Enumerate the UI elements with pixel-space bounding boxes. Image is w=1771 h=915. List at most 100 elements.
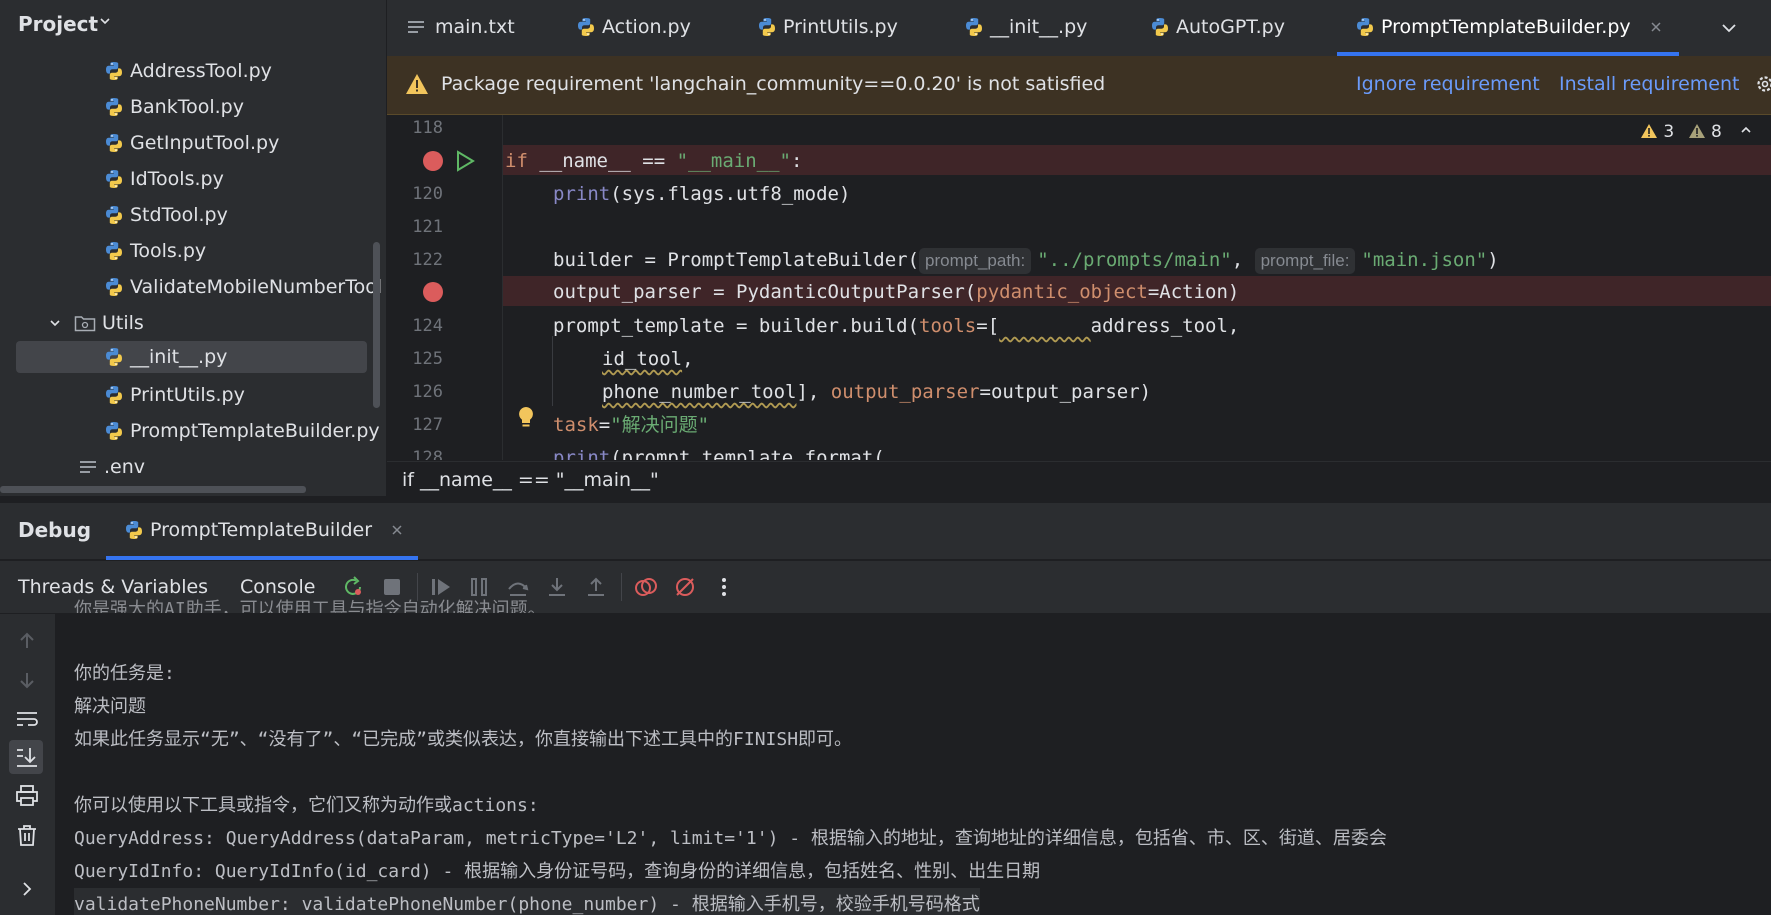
trash-icon[interactable] bbox=[14, 822, 40, 848]
tree-file-label: BankTool.py bbox=[130, 96, 244, 118]
tree-file[interactable]: AddressTool.py bbox=[104, 55, 272, 87]
weak-warnings-count: 8 bbox=[1711, 122, 1722, 142]
tree-file[interactable]: GetInputTool.py bbox=[104, 127, 279, 159]
tab-action-py[interactable]: Action.py bbox=[576, 0, 691, 54]
chevron-down-icon[interactable] bbox=[98, 14, 112, 32]
line-number: 125 bbox=[412, 349, 443, 369]
tree-file-label: IdTools.py bbox=[130, 168, 224, 190]
tab-label: PromptTemplateBuilder.py bbox=[1381, 16, 1631, 38]
code-line-128[interactable]: print(prompt_template.format( bbox=[553, 442, 885, 460]
weak-warning-icon bbox=[1688, 124, 1705, 138]
console-line: 解决问题 bbox=[74, 696, 146, 717]
code-line-120[interactable]: print(sys.flags.utf8_mode) bbox=[553, 178, 850, 211]
folder-icon bbox=[74, 316, 96, 332]
tree-file-label: PrintUtils.py bbox=[130, 384, 245, 406]
line-number: 126 bbox=[412, 382, 443, 402]
breadcrumb[interactable]: if __name__ == "__main__" bbox=[402, 469, 659, 491]
tree-file[interactable]: BankTool.py bbox=[104, 91, 244, 123]
arrow-down-icon[interactable] bbox=[14, 667, 40, 693]
chevron-up-icon[interactable] bbox=[1739, 123, 1753, 137]
tab-overflow-chevron-icon[interactable] bbox=[1719, 18, 1739, 42]
tree-horizontal-scrollbar[interactable] bbox=[0, 486, 306, 493]
inlay-hint-prompt-path: prompt_path: bbox=[919, 247, 1032, 274]
console-line-clipped: 你是强大的AI助手，可以使用工具与指令自动化解决问题。 bbox=[74, 599, 546, 613]
tree-file[interactable]: PromptTemplateBuilder.py bbox=[104, 415, 380, 447]
close-icon[interactable] bbox=[1649, 20, 1663, 34]
line-number: 127 bbox=[412, 415, 443, 435]
indent-guide bbox=[552, 336, 553, 406]
tab-main-txt[interactable]: main.txt bbox=[407, 0, 515, 54]
view-breakpoints-icon[interactable] bbox=[634, 575, 658, 599]
tree-file-label: GetInputTool.py bbox=[130, 132, 280, 154]
tab-label: main.txt bbox=[435, 16, 515, 38]
scroll-to-end-icon[interactable] bbox=[14, 744, 40, 770]
tab-autogpt-py[interactable]: AutoGPT.py bbox=[1150, 0, 1285, 54]
problems-widget[interactable]: 3 8 bbox=[1640, 122, 1753, 142]
python-file-icon bbox=[126, 521, 142, 539]
breakpoint-icon[interactable] bbox=[423, 151, 443, 171]
toolbar-divider bbox=[621, 573, 622, 601]
tree-folder-label: Utils bbox=[102, 312, 144, 334]
tab-prompttemplatebuilder-py[interactable]: PromptTemplateBuilder.py bbox=[1355, 0, 1663, 54]
tree-folder-utils[interactable]: Utils bbox=[48, 307, 144, 339]
soft-wrap-icon[interactable] bbox=[14, 706, 40, 732]
inlay-hint-prompt-file: prompt_file: bbox=[1254, 247, 1356, 274]
tree-file-label: PromptTemplateBuilder.py bbox=[130, 420, 380, 442]
step-into-icon[interactable] bbox=[545, 575, 569, 599]
tab-label: AutoGPT.py bbox=[1176, 16, 1285, 38]
line-number: 124 bbox=[412, 316, 443, 336]
line-number: 128 bbox=[412, 448, 443, 460]
arrow-up-icon[interactable] bbox=[14, 628, 40, 654]
python-file-icon bbox=[966, 18, 982, 36]
project-title[interactable]: Project bbox=[18, 12, 98, 36]
python-file-icon bbox=[1152, 18, 1168, 36]
console-line: QueryAddress: QueryAddress(dataParam, me… bbox=[74, 828, 1387, 849]
tab-printutils-py[interactable]: PrintUtils.py bbox=[757, 0, 898, 54]
tree-file-label: Tools.py bbox=[130, 240, 207, 262]
tree-file[interactable]: StdTool.py bbox=[104, 199, 228, 231]
warnings-count: 3 bbox=[1663, 122, 1675, 142]
line-number: 121 bbox=[412, 217, 443, 237]
code-line-127[interactable]: task="解决问题" bbox=[553, 409, 709, 442]
warning-icon bbox=[405, 73, 429, 99]
ignore-requirement-link[interactable]: Ignore requirement bbox=[1356, 73, 1540, 95]
install-requirement-link[interactable]: Install requirement bbox=[1559, 73, 1739, 95]
gear-icon[interactable] bbox=[1755, 74, 1771, 98]
tree-file[interactable]: PrintUtils.py bbox=[104, 379, 245, 411]
tab-init-py[interactable]: __init__.py bbox=[964, 0, 1087, 54]
warning-icon bbox=[1641, 124, 1657, 138]
lightbulb-icon[interactable] bbox=[516, 406, 536, 434]
debug-session-tab[interactable]: PromptTemplateBuilder bbox=[104, 502, 404, 558]
step-out-icon[interactable] bbox=[584, 575, 608, 599]
tab-label: __init__.py bbox=[990, 16, 1088, 38]
console-line: 你可以使用以下工具或指令，它们又称为动作或actions: bbox=[74, 795, 539, 816]
python-file-icon bbox=[759, 18, 775, 36]
python-file-icon bbox=[106, 422, 122, 440]
line-number: 118 bbox=[412, 118, 443, 138]
tree-file-label: ValidateMobileNumberTool bbox=[130, 276, 383, 298]
code-line-124[interactable]: prompt_template = builder.build(tools=[ … bbox=[553, 310, 1239, 343]
code-line-119[interactable]: if __name__ == "__main__": bbox=[505, 145, 802, 178]
tree-file-selected[interactable]: __init__.py bbox=[16, 341, 367, 373]
python-file-icon bbox=[106, 170, 122, 188]
breakpoint-icon[interactable] bbox=[423, 282, 443, 302]
code-line-122[interactable]: builder = PromptTemplateBuilder(prompt_p… bbox=[553, 244, 1499, 277]
tree-file-env[interactable]: .env bbox=[78, 451, 145, 483]
tree-file[interactable]: Tools.py bbox=[104, 235, 206, 267]
mute-breakpoints-icon[interactable] bbox=[673, 575, 697, 599]
run-icon[interactable] bbox=[454, 150, 476, 176]
close-icon[interactable] bbox=[390, 523, 404, 537]
more-options-icon[interactable] bbox=[712, 575, 736, 599]
expand-chevron-icon[interactable] bbox=[14, 876, 40, 902]
tree-file[interactable]: IdTools.py bbox=[104, 163, 224, 195]
tree-file[interactable]: ValidateMobileNumberTool bbox=[104, 271, 384, 303]
code-line-125[interactable]: id_tool, bbox=[602, 343, 694, 376]
tree-vertical-scrollbar[interactable] bbox=[373, 242, 380, 408]
print-icon[interactable] bbox=[14, 783, 40, 809]
console-line-highlighted: validatePhoneNumber: validatePhoneNumber… bbox=[74, 888, 980, 915]
chevron-down-icon bbox=[50, 320, 60, 327]
python-file-icon bbox=[106, 278, 122, 296]
tree-file-label: StdTool.py bbox=[130, 204, 228, 226]
code-line-126[interactable]: phone_number_tool], output_parser=output… bbox=[602, 376, 1151, 409]
code-line-123[interactable]: output_parser = PydanticOutputParser(pyd… bbox=[553, 276, 1239, 309]
